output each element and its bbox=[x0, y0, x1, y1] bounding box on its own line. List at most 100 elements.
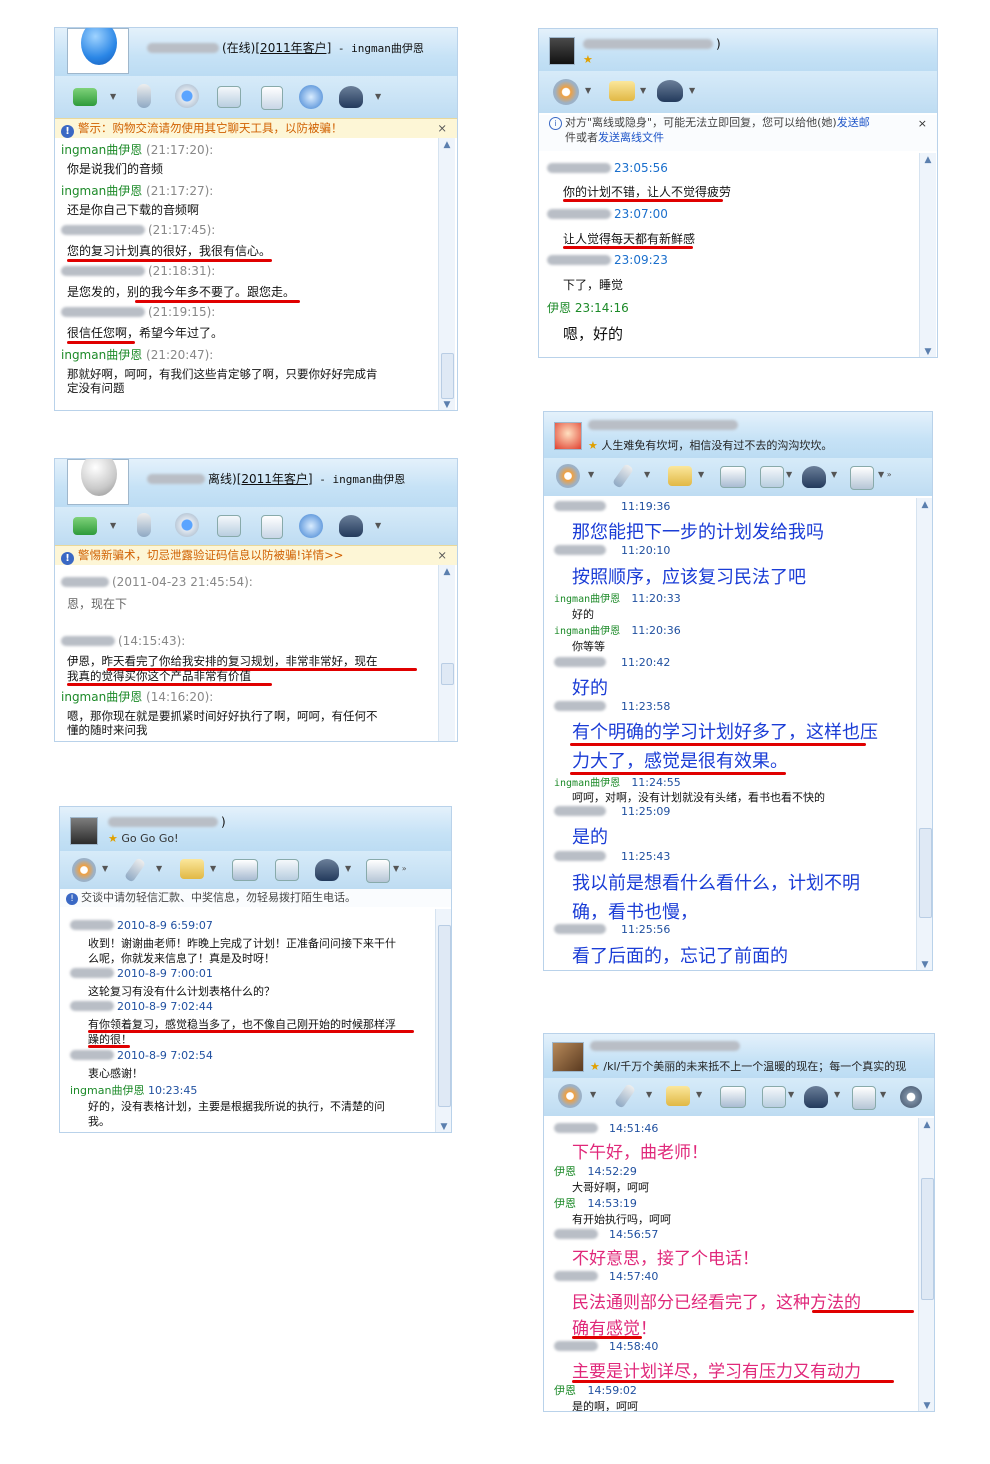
close-icon[interactable]: × bbox=[437, 119, 447, 137]
scrollbar[interactable]: ▲ ▼ bbox=[438, 138, 455, 410]
mic-icon[interactable] bbox=[612, 463, 634, 489]
mic-icon[interactable] bbox=[137, 513, 151, 537]
customer-tag[interactable]: [2011年客户] bbox=[255, 41, 331, 55]
chevron-down-icon[interactable]: ▼ bbox=[698, 470, 704, 479]
chevron-down-icon[interactable]: ▼ bbox=[646, 1090, 652, 1099]
camera-icon[interactable] bbox=[175, 84, 199, 108]
folder-icon[interactable] bbox=[666, 1086, 690, 1106]
chevron-down-icon[interactable]: ▼ » bbox=[393, 864, 407, 873]
app-icon[interactable] bbox=[850, 466, 874, 490]
scroll-up-icon[interactable]: ▲ bbox=[439, 565, 455, 579]
mic-icon[interactable] bbox=[614, 1083, 636, 1109]
camera-icon[interactable] bbox=[72, 858, 96, 882]
image-icon[interactable] bbox=[261, 515, 283, 539]
scroll-thumb[interactable] bbox=[441, 663, 454, 685]
scrollbar[interactable]: ▲ ▼ bbox=[435, 909, 451, 1132]
message-area[interactable]: ingman曲伊恩 (21:17:20): 你是说我们的音频 ingman曲伊恩… bbox=[55, 138, 457, 410]
chevron-down-icon[interactable]: ▼ bbox=[834, 1090, 840, 1099]
scrollbar[interactable]: ▲ ▼ bbox=[916, 498, 932, 970]
add-icon[interactable] bbox=[760, 466, 784, 488]
chevron-down-icon[interactable]: ▼ bbox=[644, 470, 650, 479]
folder-icon[interactable] bbox=[609, 81, 635, 101]
scroll-down-icon[interactable]: ▼ bbox=[439, 398, 455, 410]
chevron-down-icon[interactable]: ▼ bbox=[102, 864, 108, 873]
mail-icon[interactable] bbox=[720, 466, 746, 488]
transfer-icon[interactable] bbox=[73, 88, 97, 106]
camera-icon[interactable] bbox=[175, 513, 199, 537]
avatar[interactable] bbox=[70, 817, 98, 845]
service-icon[interactable] bbox=[315, 859, 339, 881]
app-icon[interactable] bbox=[366, 859, 390, 883]
add-icon[interactable] bbox=[762, 1086, 786, 1108]
chevron-down-icon[interactable]: ▼ bbox=[788, 1090, 794, 1099]
avatar[interactable] bbox=[554, 422, 582, 450]
chevron-down-icon[interactable]: ▼ bbox=[110, 92, 116, 101]
scrollbar[interactable]: ▲ bbox=[438, 565, 455, 741]
chevron-down-icon[interactable]: ▼ bbox=[375, 521, 381, 530]
avatar[interactable] bbox=[67, 28, 129, 74]
camera-icon[interactable] bbox=[558, 1084, 582, 1108]
scroll-thumb[interactable] bbox=[438, 925, 451, 1107]
chevron-down-icon[interactable]: ▼ bbox=[110, 521, 116, 530]
message-area[interactable]: 14:51:46 下午好，曲老师！ 伊恩 14:52:29 大哥好啊，呵呵 伊恩… bbox=[544, 1118, 934, 1411]
mic-icon[interactable] bbox=[137, 84, 151, 108]
folder-icon[interactable] bbox=[668, 466, 692, 486]
chevron-down-icon[interactable]: ▼ bbox=[210, 864, 216, 873]
message-area[interactable]: (2011-04-23 21:45:54): 恩，现在下 (14:15:43):… bbox=[55, 565, 457, 741]
avatar[interactable] bbox=[67, 459, 129, 505]
transfer-icon[interactable] bbox=[73, 517, 97, 535]
send-offline-file-link[interactable]: 发送离线文件 bbox=[598, 131, 664, 144]
chevron-down-icon[interactable]: ▼ bbox=[590, 1090, 596, 1099]
chevron-down-icon[interactable]: ▼ bbox=[585, 86, 591, 95]
chevron-down-icon[interactable]: ▼ bbox=[689, 86, 695, 95]
chevron-down-icon[interactable]: ▼ bbox=[156, 864, 162, 873]
camera-icon[interactable] bbox=[556, 464, 580, 488]
chevron-down-icon[interactable]: ▼ bbox=[375, 92, 381, 101]
chevron-down-icon[interactable]: ▼ bbox=[831, 470, 837, 479]
service-icon[interactable] bbox=[802, 466, 826, 488]
service-icon[interactable] bbox=[657, 80, 683, 102]
folder-icon[interactable] bbox=[180, 859, 204, 879]
scroll-up-icon[interactable]: ▲ bbox=[919, 1118, 934, 1132]
scroll-up-icon[interactable]: ▲ bbox=[917, 498, 932, 512]
scroll-up-icon[interactable]: ▲ bbox=[920, 153, 936, 167]
scrollbar[interactable]: ▲ ▼ bbox=[919, 153, 936, 357]
mic-icon[interactable] bbox=[124, 857, 146, 883]
avatar[interactable] bbox=[552, 1042, 584, 1072]
chevron-down-icon[interactable]: ▼ » bbox=[878, 470, 892, 479]
scroll-up-icon[interactable]: ▲ bbox=[439, 138, 455, 152]
chevron-down-icon[interactable]: ▼ bbox=[786, 470, 792, 479]
message-area[interactable]: 23:05:56 你的计划不错，让人不觉得疲劳 23:07:00 让人觉得每天都… bbox=[539, 153, 937, 357]
add-icon[interactable] bbox=[275, 859, 299, 881]
chevron-down-icon[interactable]: ▼ bbox=[880, 1090, 886, 1099]
close-icon[interactable]: × bbox=[918, 116, 927, 131]
settings-icon[interactable] bbox=[900, 1086, 922, 1108]
mail-icon[interactable] bbox=[232, 859, 258, 881]
service-icon[interactable] bbox=[339, 515, 363, 537]
close-icon[interactable]: × bbox=[437, 546, 447, 564]
send-mail-link[interactable]: 发送邮 bbox=[837, 116, 870, 129]
scroll-thumb[interactable] bbox=[441, 353, 454, 399]
chevron-down-icon[interactable]: ▼ bbox=[345, 864, 351, 873]
chevron-down-icon[interactable]: ▼ bbox=[696, 1090, 702, 1099]
camera-icon[interactable] bbox=[553, 79, 579, 105]
add-icon[interactable] bbox=[217, 86, 241, 108]
mail-icon[interactable] bbox=[720, 1086, 746, 1108]
chevron-down-icon[interactable]: ▼ bbox=[588, 470, 594, 479]
browser-icon[interactable] bbox=[299, 514, 323, 538]
image-icon[interactable] bbox=[261, 86, 283, 110]
chevron-down-icon[interactable]: ▼ bbox=[640, 86, 646, 95]
warning-text[interactable]: 警惕新骗术，切忌泄露验证码信息以防被骗!详情>> bbox=[78, 548, 343, 562]
app-icon[interactable] bbox=[852, 1086, 876, 1110]
browser-icon[interactable] bbox=[299, 85, 323, 109]
scroll-down-icon[interactable]: ▼ bbox=[919, 1399, 934, 1411]
customer-tag[interactable]: [2011年客户] bbox=[237, 472, 313, 486]
avatar[interactable] bbox=[549, 37, 575, 65]
scroll-thumb[interactable] bbox=[919, 828, 932, 918]
scrollbar[interactable]: ▲ ▼ bbox=[918, 1118, 934, 1411]
service-icon[interactable] bbox=[339, 86, 363, 108]
message-area[interactable]: 11:19:36 那您能把下一步的计划发给我吗 11:20:10 按照顺序，应该… bbox=[544, 498, 932, 970]
service-icon[interactable] bbox=[804, 1086, 828, 1108]
add-icon[interactable] bbox=[217, 515, 241, 537]
scroll-thumb[interactable] bbox=[921, 1178, 934, 1300]
